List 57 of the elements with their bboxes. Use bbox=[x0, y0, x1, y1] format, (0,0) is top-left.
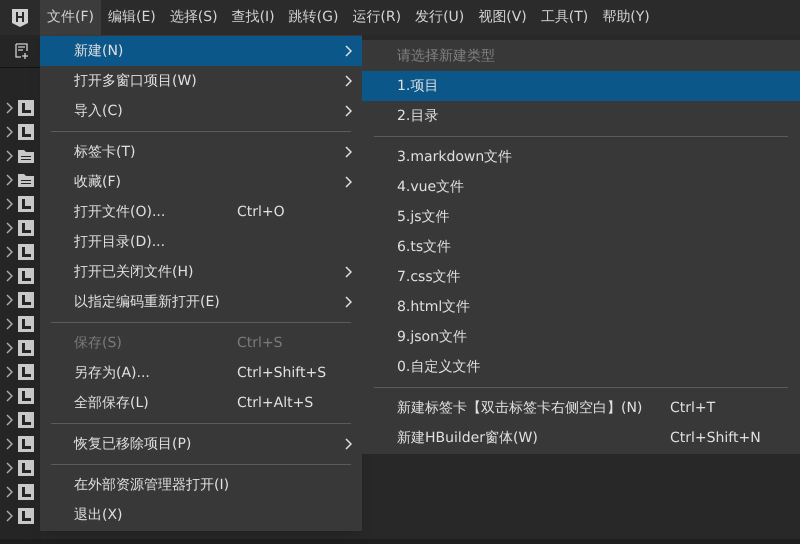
menu-item[interactable]: 退出(X) bbox=[40, 500, 362, 530]
project-icon bbox=[18, 436, 34, 452]
menu-bar-item[interactable]: 跳转(G) bbox=[282, 0, 346, 35]
menu-bar-item[interactable]: 编辑(E) bbox=[100, 0, 163, 35]
project-icon bbox=[18, 316, 34, 332]
menu-bar-item[interactable]: 选择(S) bbox=[162, 0, 225, 35]
submenu-header: 请选择新建类型 bbox=[396, 46, 496, 66]
app-logo-icon bbox=[12, 8, 28, 26]
project-icon bbox=[18, 268, 34, 284]
submenu-item[interactable]: 5.js文件 bbox=[362, 202, 800, 232]
menu-item[interactable]: 打开目录(D)... bbox=[40, 227, 362, 257]
new-file-icon[interactable] bbox=[14, 43, 30, 59]
submenu-item[interactable]: 新建HBuilder窗体(W) Ctrl+Shift+N bbox=[362, 423, 800, 453]
submenu-item[interactable]: 0.自定义文件 bbox=[362, 352, 800, 382]
menu-bar-item[interactable]: 查找(I) bbox=[224, 0, 282, 35]
submenu-item[interactable]: 4.vue文件 bbox=[362, 172, 800, 202]
project-icon bbox=[18, 412, 34, 428]
menu-item[interactable]: 打开多窗口项目(W) bbox=[40, 66, 362, 96]
menu-item[interactable]: 标签卡(T) bbox=[40, 137, 362, 167]
menu-item[interactable]: 在外部资源管理器打开(I) bbox=[40, 470, 362, 500]
menu-item[interactable]: 打开已关闭文件(H) bbox=[40, 257, 362, 287]
menu-item[interactable]: 恢复已移除项目(P) bbox=[40, 429, 362, 459]
menu-item[interactable]: 全部保存(L) Ctrl+Alt+S bbox=[40, 388, 362, 418]
submenu-item[interactable]: 9.json文件 bbox=[362, 322, 800, 352]
project-icon bbox=[18, 244, 34, 260]
project-icon bbox=[18, 388, 34, 404]
submenu-item[interactable]: 8.html文件 bbox=[362, 292, 800, 322]
folder-icon bbox=[18, 173, 34, 187]
menu-bar-item[interactable]: 运行(R) bbox=[345, 0, 408, 35]
menu-item[interactable]: 收藏(F) bbox=[40, 167, 362, 197]
menu-bar-item[interactable]: 发行(U) bbox=[408, 0, 472, 35]
menu-item[interactable]: 打开文件(O)... Ctrl+O bbox=[40, 197, 362, 227]
project-icon bbox=[18, 292, 34, 308]
submenu-item[interactable]: 7.css文件 bbox=[362, 262, 800, 292]
project-icon bbox=[18, 508, 34, 524]
menu-item[interactable]: 导入(C) bbox=[40, 96, 362, 126]
project-icon bbox=[18, 100, 34, 116]
menu-bar-item[interactable]: 视图(V) bbox=[471, 0, 534, 35]
submenu-item[interactable]: 6.ts文件 bbox=[362, 232, 800, 262]
project-icon bbox=[18, 340, 34, 356]
menu-item[interactable]: 以指定编码重新打开(E) bbox=[40, 287, 362, 317]
submenu-item[interactable]: 新建标签卡【双击标签卡右侧空白】(N) Ctrl+T bbox=[362, 393, 800, 423]
project-icon bbox=[18, 124, 34, 140]
submenu-item[interactable]: 3.markdown文件 bbox=[362, 142, 800, 172]
project-icon bbox=[18, 196, 34, 212]
project-icon bbox=[18, 220, 34, 236]
project-icon bbox=[18, 364, 34, 380]
menu-item[interactable]: 另存为(A)... Ctrl+Shift+S bbox=[40, 358, 362, 388]
submenu-item[interactable]: 1.项目 bbox=[362, 71, 800, 101]
menu-item[interactable]: 新建(N) bbox=[40, 36, 362, 66]
menu-bar-item[interactable]: 帮助(Y) bbox=[595, 0, 657, 35]
submenu-item[interactable]: 2.目录 bbox=[362, 101, 800, 131]
menu-bar-item[interactable]: 文件(F) bbox=[40, 0, 101, 35]
project-icon bbox=[18, 460, 34, 476]
folder-icon bbox=[18, 149, 34, 163]
menu-bar-item[interactable]: 工具(T) bbox=[534, 0, 596, 35]
project-icon bbox=[18, 484, 34, 500]
